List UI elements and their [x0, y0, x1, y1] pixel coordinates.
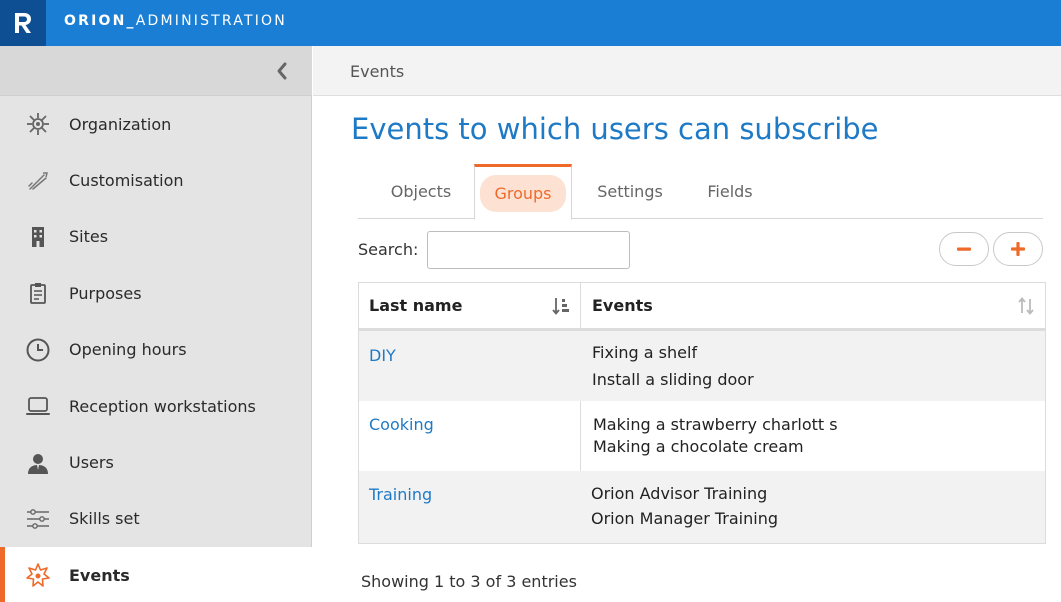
search-input[interactable]	[427, 231, 630, 269]
building-icon	[24, 223, 52, 251]
remove-button[interactable]	[939, 232, 989, 266]
main-content: Events Events to which users can subscri…	[313, 46, 1061, 602]
group-name-link[interactable]: Training	[369, 485, 432, 504]
sidebar-item-label: Users	[69, 453, 114, 473]
top-bar: ORION_ADMINISTRATION	[0, 0, 1061, 46]
clock-icon	[24, 336, 52, 364]
minus-icon	[957, 247, 971, 251]
sidebar-item-organization[interactable]: Organization	[0, 96, 312, 152]
column-header-label: Events	[592, 296, 653, 315]
tab-fields[interactable]: Fields	[694, 164, 766, 219]
plus-icon	[1011, 242, 1025, 256]
collapse-sidebar-button[interactable]	[274, 61, 290, 81]
sidebar-item-label: Opening hours	[69, 340, 187, 360]
sidebar-item-customisation[interactable]: Customisation	[0, 152, 312, 208]
tab-label: Fields	[707, 182, 753, 201]
event-item: Fixing a shelf	[592, 343, 698, 362]
organization-icon	[24, 110, 52, 138]
sidebar-item-label: Customisation	[69, 171, 184, 191]
groups-table: Last name Events DIY Fixing a shelf Inst…	[358, 282, 1046, 544]
sidebar-item-label: Reception workstations	[69, 396, 256, 416]
group-name-link[interactable]: DIY	[369, 346, 396, 365]
sort-both-icon[interactable]	[1017, 296, 1035, 316]
tab-objects[interactable]: Objects	[375, 164, 467, 219]
sidebar-item-label: Skills set	[69, 509, 140, 529]
sidebar-item-events[interactable]: Events	[0, 547, 312, 602]
sidebar-item-reception-workstations[interactable]: Reception workstations	[0, 378, 312, 434]
table-row: Cooking Making a strawberry charlott s M…	[359, 401, 1045, 471]
brush-icon	[24, 167, 52, 195]
user-icon	[24, 449, 52, 477]
sidebar: Organization Customisation Sites Purpose…	[0, 46, 312, 602]
event-item: Orion Manager Training	[591, 509, 778, 528]
tab-label: Settings	[597, 182, 663, 201]
group-name-link[interactable]: Cooking	[369, 415, 434, 434]
sidebar-item-sites[interactable]: Sites	[0, 209, 312, 265]
event-item: Install a sliding door	[592, 370, 754, 389]
sidebar-item-label: Sites	[69, 227, 109, 247]
breadcrumb-bar: Events	[313, 46, 1061, 96]
laptop-icon	[24, 392, 52, 420]
orion-r-logo-icon	[15, 13, 31, 33]
event-item: Orion Advisor Training	[591, 484, 768, 503]
add-button[interactable]	[993, 232, 1043, 266]
table-row: Training Orion Advisor Training Orion Ma…	[359, 471, 1045, 543]
clipboard-icon	[24, 279, 52, 307]
table-header: Last name Events	[359, 283, 1045, 331]
tab-label: Groups	[480, 174, 566, 212]
sidebar-nav: Organization Customisation Sites Purpose…	[0, 96, 312, 602]
sidebar-item-label: Organization	[69, 114, 172, 134]
events-star-icon	[24, 561, 52, 589]
event-item: Making a chocolate cream	[593, 437, 804, 456]
tab-bar: Objects Groups Settings Fields	[358, 164, 1043, 220]
page-title: Events to which users can subscribe	[351, 112, 879, 146]
breadcrumb: Events	[350, 62, 405, 81]
sidebar-collapse-bar	[0, 46, 312, 96]
tab-settings[interactable]: Settings	[586, 164, 674, 219]
sidebar-item-opening-hours[interactable]: Opening hours	[0, 322, 312, 378]
sidebar-item-skills-set[interactable]: Skills set	[0, 491, 312, 547]
sort-ascending-icon[interactable]	[552, 296, 570, 316]
sidebar-item-label: Events	[69, 565, 130, 585]
app-title: ORION_ADMINISTRATION	[64, 13, 287, 29]
column-header-label: Last name	[369, 296, 463, 315]
table-info: Showing 1 to 3 of 3 entries	[361, 572, 577, 591]
column-header-events[interactable]: Events	[592, 283, 653, 328]
sidebar-item-label: Purposes	[69, 283, 142, 303]
sidebar-item-users[interactable]: Users	[0, 434, 312, 490]
sidebar-item-purposes[interactable]: Purposes	[0, 265, 312, 321]
event-item: Making a strawberry charlott s	[593, 415, 838, 434]
tab-groups[interactable]: Groups	[474, 164, 572, 220]
column-header-last-name[interactable]: Last name	[369, 283, 462, 328]
chevron-left-icon	[277, 62, 287, 80]
table-row: DIY Fixing a shelf Install a sliding doo…	[359, 331, 1045, 401]
tab-label: Objects	[390, 182, 452, 201]
sliders-icon	[24, 505, 52, 533]
search-label: Search:	[358, 240, 419, 259]
orion-logo[interactable]	[0, 0, 46, 46]
